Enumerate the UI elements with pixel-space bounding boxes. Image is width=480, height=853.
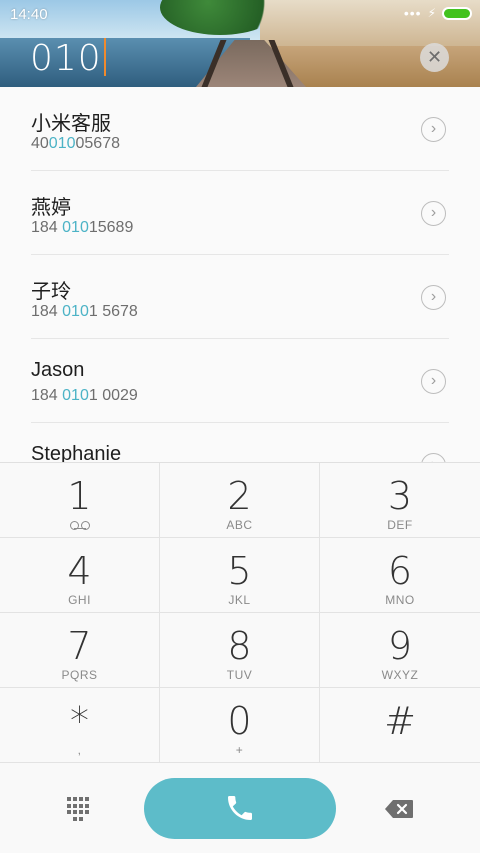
call-button[interactable] bbox=[144, 778, 336, 839]
backspace-icon[interactable] bbox=[384, 799, 414, 819]
signal-dots-icon: ••• bbox=[403, 5, 422, 21]
dial-keypad: 1 2 ABC 3 DEF 4 GHI 5 JKL 6 MNO 7 PQRS 8… bbox=[0, 462, 480, 765]
key-0[interactable]: 0 + bbox=[160, 688, 320, 763]
key-hash[interactable]: # bbox=[320, 688, 480, 763]
contact-results-list: 小米客服 4001005678 › 燕婷 184 01015689 › 子玲 1… bbox=[0, 87, 480, 463]
dialer-header: 14:40 ••• ⚡ 010 ✕ bbox=[0, 0, 480, 87]
contact-detail-chevron-icon[interactable]: › bbox=[421, 369, 446, 394]
contact-row[interactable]: 燕婷 184 01015689 › bbox=[0, 171, 480, 255]
contact-name: 燕婷 bbox=[31, 197, 71, 219]
contact-row[interactable]: 子玲 184 0101 5678 › bbox=[0, 255, 480, 339]
status-bar: 14:40 ••• ⚡ bbox=[0, 0, 480, 28]
key-8[interactable]: 8 TUV bbox=[160, 613, 320, 688]
key-6[interactable]: 6 MNO bbox=[320, 538, 480, 613]
close-icon: ✕ bbox=[426, 47, 443, 67]
key-1[interactable]: 1 bbox=[0, 463, 160, 538]
contact-number: 184 0101 0029 bbox=[31, 387, 138, 404]
voicemail-icon bbox=[69, 521, 90, 530]
contact-name: 小米客服 bbox=[31, 113, 111, 135]
text-caret bbox=[103, 38, 106, 76]
contact-name: 子玲 bbox=[31, 281, 71, 303]
dial-number-input[interactable]: 010 bbox=[30, 38, 106, 79]
contact-row[interactable]: 小米客服 4001005678 › bbox=[0, 87, 480, 171]
charging-icon: ⚡ bbox=[427, 6, 436, 20]
contact-detail-chevron-icon[interactable]: › bbox=[421, 201, 446, 226]
contact-number: 184 01015689 bbox=[31, 219, 134, 236]
key-3[interactable]: 3 DEF bbox=[320, 463, 480, 538]
contact-number: 184 0101 5678 bbox=[31, 303, 138, 320]
key-9[interactable]: 9 WXYZ bbox=[320, 613, 480, 688]
contact-detail-chevron-icon[interactable]: › bbox=[421, 285, 446, 310]
key-2[interactable]: 2 ABC bbox=[160, 463, 320, 538]
key-5[interactable]: 5 JKL bbox=[160, 538, 320, 613]
contact-number: 4001005678 bbox=[31, 135, 120, 152]
dial-number-text: 010 bbox=[30, 38, 102, 79]
bottom-action-bar bbox=[0, 765, 480, 853]
key-7[interactable]: 7 PQRS bbox=[0, 613, 160, 688]
contact-row[interactable]: Stephanie › bbox=[0, 423, 480, 463]
contact-name: Jason bbox=[31, 359, 85, 381]
dialpad-icon[interactable] bbox=[67, 797, 91, 821]
clear-input-button[interactable]: ✕ bbox=[420, 43, 449, 72]
contact-detail-chevron-icon[interactable]: › bbox=[421, 117, 446, 142]
status-time: 14:40 bbox=[10, 6, 48, 23]
battery-icon bbox=[442, 6, 472, 20]
contact-name: Stephanie bbox=[31, 443, 122, 463]
key-4[interactable]: 4 GHI bbox=[0, 538, 160, 613]
key-star[interactable]: * , bbox=[0, 688, 160, 763]
phone-icon bbox=[228, 796, 252, 820]
contact-row[interactable]: Jason 184 0101 0029 › bbox=[0, 339, 480, 423]
